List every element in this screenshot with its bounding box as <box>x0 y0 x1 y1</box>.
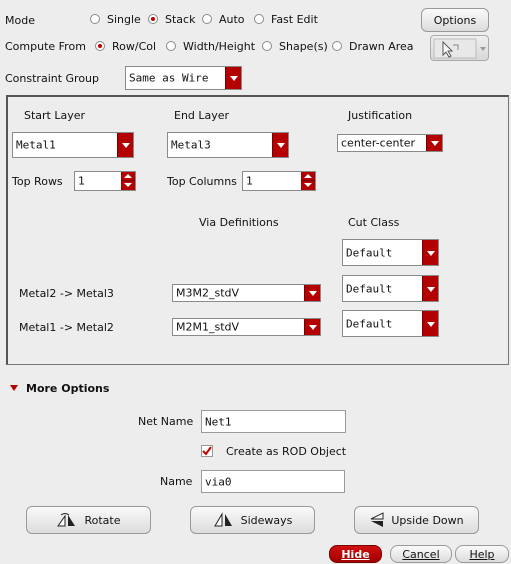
top-columns-label: Top Columns <box>167 175 237 188</box>
net-name-label: Net Name <box>138 415 194 428</box>
compute-rowcol-radio[interactable] <box>95 41 105 51</box>
compute-rowcol-label[interactable]: Row/Col <box>112 40 156 53</box>
chevron-down-icon <box>422 311 438 336</box>
cut-class-select[interactable]: Default <box>342 310 439 337</box>
chevron-down-icon <box>225 67 241 89</box>
compute-drawn-area-radio[interactable] <box>332 41 342 51</box>
justification-value: center-center <box>341 136 416 150</box>
select-tool-button[interactable] <box>430 35 489 61</box>
chevron-down-icon <box>426 135 442 151</box>
mode-auto-radio[interactable] <box>202 14 212 24</box>
cut-class-select[interactable]: Default <box>342 275 439 302</box>
constraint-group-label: Constraint Group <box>5 72 100 85</box>
chevron-down-icon <box>272 133 288 157</box>
top-columns-spinbox[interactable]: 1 <box>242 171 316 191</box>
upside-down-icon <box>371 512 384 527</box>
expand-triangle-icon[interactable] <box>10 385 18 391</box>
compute-drawn-area-label[interactable]: Drawn Area <box>349 40 414 53</box>
mode-stack-radio[interactable] <box>148 14 158 24</box>
rotate-icon <box>57 513 76 527</box>
layer-pair-label: Metal2 -> Metal3 <box>19 287 114 300</box>
options-button[interactable]: Options <box>421 8 489 32</box>
justification-select[interactable]: center-center <box>337 134 443 152</box>
check-icon <box>202 446 212 456</box>
rotate-button-label: Rotate <box>84 513 121 527</box>
chevron-down-icon <box>422 276 438 301</box>
upside-down-button[interactable]: Upside Down <box>354 506 479 534</box>
chevron-down-icon <box>304 319 320 335</box>
mode-single-label[interactable]: Single <box>107 13 141 26</box>
compute-shapes-radio[interactable] <box>262 41 272 51</box>
compute-width-height-label[interactable]: Width/Height <box>183 40 255 53</box>
hide-button-label: Hide <box>341 547 370 561</box>
via-definitions-header: Via Definitions <box>199 216 279 229</box>
via-definition-select[interactable]: M2M1_stdV <box>172 318 321 336</box>
chevron-down-icon <box>422 240 438 265</box>
via-definition-value: M2M1_stdV <box>176 320 240 334</box>
pointer-icon <box>433 38 486 59</box>
mode-label: Mode <box>5 14 35 27</box>
name-label: Name <box>160 475 193 488</box>
chevron-down-icon <box>304 285 320 301</box>
compute-from-label: Compute From <box>5 40 86 53</box>
more-options-title[interactable]: More Options <box>26 382 109 395</box>
sideways-button-label: Sideways <box>240 513 293 527</box>
via-definition-value: M3M2_stdV <box>176 286 240 300</box>
upside-down-button-label: Upside Down <box>391 513 464 527</box>
mode-single-radio[interactable] <box>90 14 100 24</box>
cut-class-value: Default <box>346 282 393 295</box>
start-layer-value: Metal1 <box>16 138 56 152</box>
constraint-group-select[interactable]: Same as Wire <box>125 66 242 90</box>
start-layer-select[interactable]: Metal1 <box>12 132 134 158</box>
name-input[interactable]: via0 <box>201 470 345 493</box>
end-layer-label: End Layer <box>174 109 230 122</box>
net-name-input[interactable]: Net1 <box>201 410 346 433</box>
hide-button[interactable]: Hide <box>329 545 382 563</box>
rotate-button[interactable]: Rotate <box>26 506 151 534</box>
mode-auto-label[interactable]: Auto <box>219 13 245 26</box>
cut-class-value: Default <box>346 246 393 259</box>
layer-pair-label: Metal1 -> Metal2 <box>19 321 114 334</box>
mode-fast-edit-label[interactable]: Fast Edit <box>271 13 318 26</box>
cut-class-select[interactable]: Default <box>342 239 439 266</box>
rod-object-label[interactable]: Create as ROD Object <box>226 445 346 458</box>
sideways-icon <box>213 512 232 527</box>
spin-up-icon[interactable] <box>121 172 135 181</box>
net-name-value: Net1 <box>205 415 232 428</box>
top-columns-value: 1 <box>246 174 253 188</box>
top-rows-value: 1 <box>78 174 85 188</box>
cancel-button-label: Cancel <box>402 547 440 561</box>
constraint-group-value: Same as Wire <box>129 71 209 85</box>
cut-class-value: Default <box>346 317 393 330</box>
sideways-button[interactable]: Sideways <box>190 506 315 534</box>
start-layer-label: Start Layer <box>24 109 86 122</box>
compute-width-height-radio[interactable] <box>166 41 176 51</box>
cut-class-header: Cut Class <box>348 216 400 229</box>
spin-down-icon[interactable] <box>121 181 135 190</box>
name-value: via0 <box>205 475 232 488</box>
options-button-label: Options <box>433 13 477 27</box>
top-rows-spinbox[interactable]: 1 <box>74 171 136 191</box>
help-button[interactable]: Help <box>455 545 509 563</box>
end-layer-select[interactable]: Metal3 <box>167 132 289 158</box>
help-button-label: Help <box>469 547 495 561</box>
rod-object-checkbox[interactable] <box>201 445 213 457</box>
end-layer-value: Metal3 <box>171 138 211 152</box>
chevron-down-icon <box>117 133 133 157</box>
top-rows-label: Top Rows <box>12 175 63 188</box>
mode-fast-edit-radio[interactable] <box>254 14 264 24</box>
spin-up-icon[interactable] <box>301 172 315 181</box>
cancel-button[interactable]: Cancel <box>390 545 452 563</box>
compute-shapes-label[interactable]: Shape(s) <box>279 40 328 53</box>
mode-stack-label[interactable]: Stack <box>165 13 195 26</box>
via-definition-select[interactable]: M3M2_stdV <box>172 284 321 302</box>
spin-down-icon[interactable] <box>301 181 315 190</box>
justification-label: Justification <box>348 109 413 122</box>
